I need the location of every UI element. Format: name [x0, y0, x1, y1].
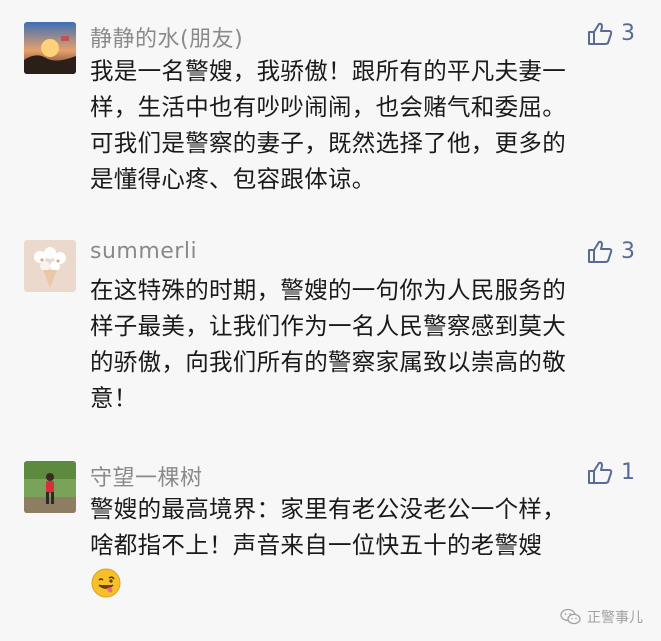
comment-text: 在这特殊的时期，警嫂的一句你为人民服务的 样子最美，让我们作为一名人民警察感到莫…: [90, 272, 640, 416]
comment-line: 警嫂的最高境界：家里有老公没老公一个样，: [90, 495, 566, 523]
wechat-icon: [560, 608, 581, 625]
comment-line: 样子最美，让我们作为一名人民警察感到莫大: [90, 312, 566, 340]
thumbs-up-icon: [588, 461, 613, 484]
author-name[interactable]: 静静的水(朋友): [90, 21, 243, 53]
comment-line: 样，生活中也有吵吵闹闹，也会赌气和委屈。: [90, 93, 566, 121]
watermark: 正警事儿: [560, 607, 643, 627]
grinning-tongue-emoji: [91, 568, 121, 597]
comment-text: 我是一名警嫂，我骄傲！跟所有的平凡夫妻一 样，生活中也有吵吵闹闹，也会赌气和委屈…: [90, 53, 640, 197]
comment-line: 的骄傲，向我们所有的警察家属致以崇高的敬: [90, 348, 566, 376]
like-count: 3: [621, 21, 635, 46]
like-button[interactable]: 1: [587, 460, 635, 485]
like-button[interactable]: 3: [587, 21, 635, 46]
comment-line: 意！: [90, 384, 138, 412]
emoji-row: [90, 563, 640, 599]
avatar[interactable]: [24, 461, 76, 513]
avatar[interactable]: [24, 22, 76, 74]
like-count: 1: [621, 460, 635, 485]
author-name[interactable]: summerli: [90, 239, 197, 264]
comment-line: 啥都指不上！声音来自一位快五十的老警嫂: [90, 531, 543, 559]
watermark-text: 正警事儿: [587, 610, 643, 626]
like-count: 3: [621, 239, 635, 264]
thumbs-up-icon: [588, 22, 613, 45]
comment-line: 我是一名警嫂，我骄傲！跟所有的平凡夫妻一: [90, 57, 566, 85]
like-button[interactable]: 3: [587, 239, 635, 264]
avatar[interactable]: [24, 240, 76, 292]
author-name[interactable]: 守望一棵树: [90, 460, 203, 492]
comment-text: 警嫂的最高境界：家里有老公没老公一个样， 啥都指不上！声音来自一位快五十的老警嫂: [90, 491, 640, 599]
thumbs-up-icon: [588, 240, 613, 263]
comment-line: 可我们是警察的妻子，既然选择了他，更多的: [90, 129, 566, 157]
comment-line: 在这特殊的时期，警嫂的一句你为人民服务的: [90, 276, 566, 304]
comment-line: 是懂得心疼、包容跟体谅。: [90, 165, 376, 193]
